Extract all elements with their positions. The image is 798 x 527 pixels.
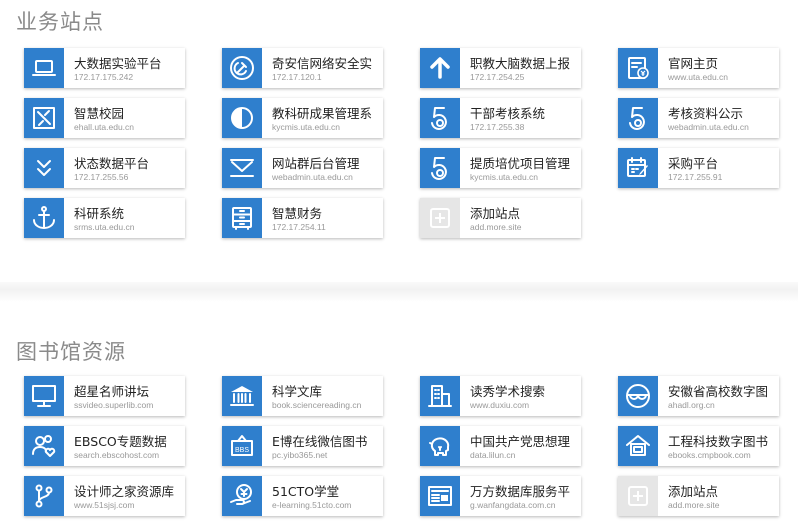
branch-icon xyxy=(24,476,64,516)
site-card[interactable]: 读秀学术搜索 www.duxiu.com xyxy=(420,376,581,416)
add-icon xyxy=(618,476,658,516)
newspaper-icon xyxy=(420,476,460,516)
hand-money-icon xyxy=(222,476,262,516)
site-url: add.more.site xyxy=(668,500,720,510)
site-name: E博在线微信图书 xyxy=(272,434,368,449)
site-name: 51CTO学堂 xyxy=(272,484,340,499)
users-heart-icon xyxy=(24,426,64,466)
site-card[interactable]: 51CTO学堂 e-learning.51cto.com xyxy=(222,476,383,516)
museum-icon xyxy=(222,376,262,416)
site-card[interactable]: EBSCO专题数据 search.ebscohost.com xyxy=(24,426,185,466)
site-url: ebooks.cmpbook.com xyxy=(668,450,751,460)
site-url: book.sciencereading.cn xyxy=(272,400,362,410)
site-url: www.duxiu.com xyxy=(470,400,530,410)
section-title: 图书馆资源 xyxy=(16,340,126,364)
piggy-bank-icon xyxy=(420,426,460,466)
site-name: 超星名师讲坛 xyxy=(74,384,150,399)
site-url: e-learning.51cto.com xyxy=(272,500,352,510)
site-card[interactable]: 工程科技数字图书 ebooks.cmpbook.com xyxy=(618,426,779,466)
house-screen-icon xyxy=(618,426,658,466)
site-card[interactable]: 科学文库 book.sciencereading.cn xyxy=(222,376,383,416)
site-card[interactable]: 超星名师讲坛 ssvideo.superlib.com xyxy=(24,376,185,416)
bbs-sign-icon: BBS xyxy=(222,426,262,466)
site-card[interactable]: 万方数据库服务平 g.wanfangdata.com.cn xyxy=(420,476,581,516)
site-name: 工程科技数字图书 xyxy=(668,434,769,449)
site-url: search.ebscohost.com xyxy=(74,450,160,460)
site-name: 添加站点 xyxy=(668,484,719,499)
building-icon xyxy=(420,376,460,416)
monitor-icon xyxy=(24,376,64,416)
site-name: 读秀学术搜索 xyxy=(470,384,546,399)
site-card[interactable]: BBS E博在线微信图书 pc.yibo365.net xyxy=(222,426,383,466)
glasses-icon xyxy=(618,376,658,416)
site-name: 科学文库 xyxy=(272,384,323,399)
site-card[interactable]: 中国共产党思想理 data.lilun.cn xyxy=(420,426,581,466)
site-name: 安徽省高校数字图 xyxy=(668,384,769,399)
site-url: ssvideo.superlib.com xyxy=(74,400,154,410)
site-card[interactable]: 安徽省高校数字图 ahadl.org.cn xyxy=(618,376,779,416)
svg-text:BBS: BBS xyxy=(235,447,249,454)
site-name: 万方数据库服务平 xyxy=(470,484,571,499)
site-url: g.wanfangdata.com.cn xyxy=(470,500,556,510)
site-name: EBSCO专题数据 xyxy=(74,434,167,449)
library-resources-section: 图书馆资源 超星名师讲坛 ssvideo.superlib.com 科学文库 book… xyxy=(0,0,798,527)
site-url: www.51sjsj.com xyxy=(74,500,135,510)
site-url: ahadl.org.cn xyxy=(668,400,715,410)
site-name: 中国共产党思想理 xyxy=(470,434,571,449)
site-card[interactable]: 设计师之家资源库 www.51sjsj.com xyxy=(24,476,185,516)
site-name: 设计师之家资源库 xyxy=(74,484,175,499)
site-url: data.lilun.cn xyxy=(470,450,516,460)
site-url: pc.yibo365.net xyxy=(272,450,328,460)
site-card[interactable]: 添加站点 add.more.site xyxy=(618,476,779,516)
